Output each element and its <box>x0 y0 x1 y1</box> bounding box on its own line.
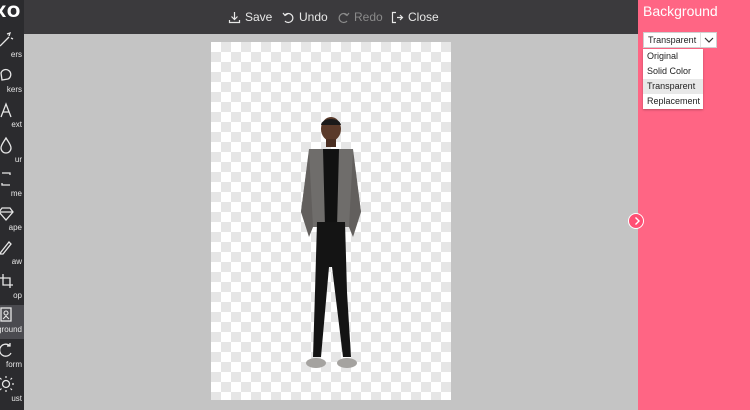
tool-blur[interactable]: ur <box>0 135 24 169</box>
option-original[interactable]: Original <box>643 49 703 64</box>
tool-background[interactable]: ground <box>0 305 24 339</box>
crop-icon <box>0 274 13 288</box>
app-logo: XO <box>0 2 22 21</box>
tool-label: ust <box>11 394 22 403</box>
option-transparent[interactable]: Transparent <box>643 79 703 94</box>
edited-image[interactable] <box>211 42 451 400</box>
background-select[interactable]: Transparent <box>643 32 717 48</box>
undo-label: Undo <box>299 10 328 24</box>
redo-label: Redo <box>354 10 383 24</box>
tool-crop[interactable]: op <box>0 271 24 305</box>
shape-icon <box>0 207 14 221</box>
download-icon <box>228 11 241 23</box>
tool-frame[interactable]: me <box>0 169 24 203</box>
option-replacement[interactable]: Replacement <box>643 94 703 109</box>
tool-text[interactable]: ext <box>0 100 24 134</box>
redo-button[interactable]: Redo <box>337 0 383 34</box>
option-solid-color[interactable]: Solid Color <box>643 64 703 79</box>
filters-icon <box>0 31 14 47</box>
tool-label: me <box>10 189 22 198</box>
top-toolbar: Save Undo Redo Close <box>24 0 638 34</box>
redo-icon <box>338 12 350 23</box>
chevron-right-icon <box>635 217 640 225</box>
close-label: Close <box>408 10 439 24</box>
tool-label: ers <box>10 50 22 59</box>
background-icon <box>0 307 12 322</box>
tool-label: form <box>6 360 22 369</box>
save-label: Save <box>245 10 273 24</box>
tool-stickers[interactable]: kers <box>0 65 24 99</box>
chevron-down-icon <box>700 33 716 47</box>
blur-icon <box>0 136 12 154</box>
tool-label: ext <box>11 120 22 129</box>
undo-icon <box>282 12 294 23</box>
collapse-panel-button[interactable] <box>628 213 644 229</box>
tool-label: aw <box>11 257 22 266</box>
tool-draw[interactable]: aw <box>0 237 24 271</box>
stickers-icon <box>0 68 12 81</box>
tool-filters[interactable]: ers <box>0 30 24 64</box>
tool-adjust[interactable]: ust <box>0 374 24 408</box>
frame-icon <box>1 172 11 186</box>
tool-label: ape <box>8 223 22 232</box>
tool-label: ground <box>0 325 22 334</box>
tool-label: kers <box>6 85 22 94</box>
tool-transform[interactable]: form <box>0 340 24 374</box>
left-toolbar: XO ers kers ext ur me ape aw op ground f… <box>0 0 24 410</box>
undo-button[interactable]: Undo <box>282 0 328 34</box>
adjust-icon <box>0 376 14 392</box>
panel-title: Background <box>643 3 718 19</box>
person-cutout <box>301 117 361 368</box>
text-icon <box>0 102 12 118</box>
tool-label: op <box>13 291 22 300</box>
tool-shape[interactable]: ape <box>0 203 24 237</box>
save-button[interactable]: Save <box>228 0 272 34</box>
tool-label: ur <box>14 155 22 164</box>
exit-icon <box>391 11 404 23</box>
background-dropdown: Original Solid Color Transparent Replace… <box>643 49 703 109</box>
close-button[interactable]: Close <box>391 0 439 34</box>
select-value: Transparent <box>648 35 697 45</box>
draw-icon <box>0 241 12 255</box>
transform-icon <box>0 343 12 357</box>
